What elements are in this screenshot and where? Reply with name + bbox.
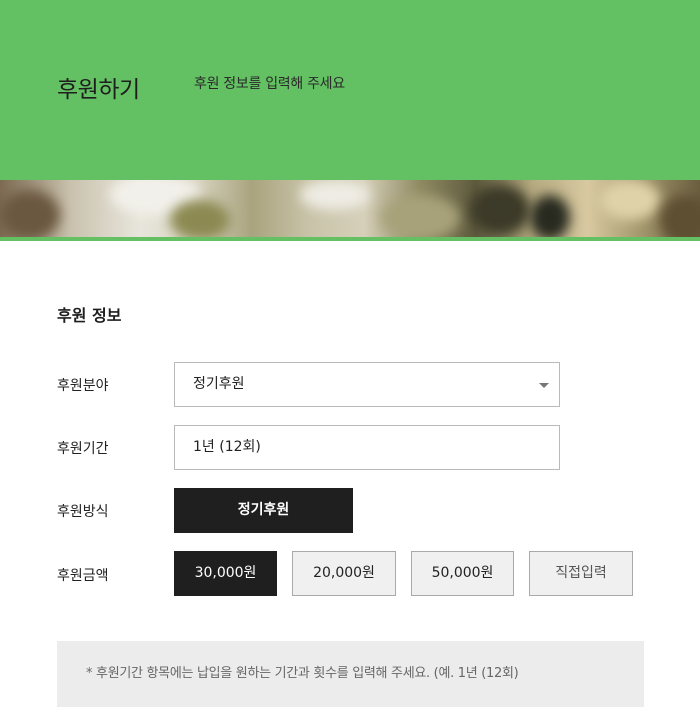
donation-field-value: 정기후원 <box>193 376 245 392</box>
amount-label: 후원금액 <box>57 568 109 584</box>
donation-method-button[interactable]: 정기후원 <box>174 488 353 533</box>
page-title: 후원하기 <box>57 77 140 103</box>
field-label: 후원분야 <box>57 378 109 394</box>
donation-field-select[interactable]: 정기후원 <box>174 362 560 407</box>
info-note: * 후원기간 항목에는 납입을 원하는 기간과 횟수를 입력해 주세요. (예.… <box>57 641 644 707</box>
amount-option-20000[interactable]: 20,000원 <box>292 551 396 596</box>
amount-option-custom[interactable]: 직접입력 <box>529 551 633 596</box>
donation-period-input[interactable]: 1년 (12회) <box>174 425 560 470</box>
method-label: 후원방식 <box>57 504 109 520</box>
chevron-down-icon <box>539 383 549 388</box>
amount-option-50000[interactable]: 50,000원 <box>411 551 514 596</box>
section-title: 후원 정보 <box>57 306 122 325</box>
period-label: 후원기간 <box>57 441 109 457</box>
page-subtitle: 후원 정보를 입력해 주세요 <box>194 76 345 92</box>
donation-period-value: 1년 (12회) <box>193 439 261 455</box>
banner-divider <box>0 237 700 241</box>
page-header: 후원하기 후원 정보를 입력해 주세요 <box>0 0 700 180</box>
amount-option-30000[interactable]: 30,000원 <box>174 551 277 596</box>
header-banner-image <box>0 180 700 237</box>
